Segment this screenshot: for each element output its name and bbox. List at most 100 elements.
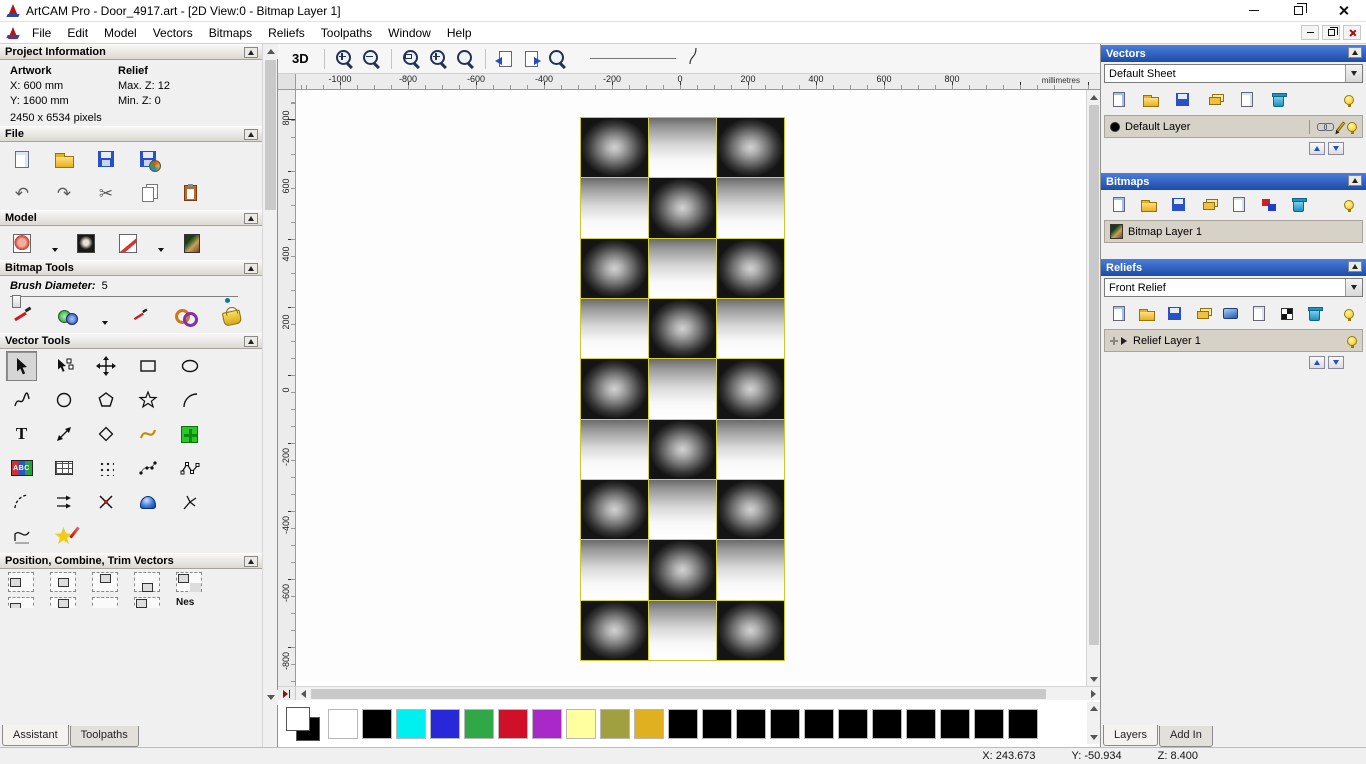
drawing-surface[interactable] — [296, 90, 1086, 686]
merge-vector-layers-button[interactable] — [1205, 90, 1224, 109]
palette-swatch[interactable] — [906, 708, 936, 739]
mirror-button[interactable] — [92, 597, 118, 608]
slider-track[interactable] — [10, 296, 239, 297]
block-copy-button[interactable] — [174, 419, 205, 449]
paint-flyout-arrow-icon[interactable] — [102, 321, 108, 325]
foreground-background-colour-indicator[interactable] — [286, 706, 322, 741]
pan-button[interactable] — [278, 687, 296, 700]
section-profile-button[interactable] — [6, 521, 37, 551]
previous-view-button[interactable] — [494, 49, 515, 69]
create-polygon-button[interactable] — [90, 385, 121, 415]
scroll-down-button[interactable] — [263, 690, 279, 705]
vector-texture-button[interactable] — [48, 521, 80, 551]
foreground-colour[interactable] — [286, 706, 310, 731]
copy-bitmap-layer-button[interactable] — [1229, 195, 1248, 214]
horizontal-scrollbar[interactable] — [296, 687, 1100, 700]
switch-to-3d-button[interactable]: 3D — [286, 49, 315, 68]
nesting-button[interactable]: Nes — [176, 597, 194, 608]
palette-swatch[interactable] — [464, 708, 494, 739]
open-vector-layer-button[interactable] — [1141, 90, 1160, 109]
wrap-text-button[interactable] — [132, 419, 163, 449]
new-bitmap-layer-button[interactable] — [1109, 195, 1128, 214]
menu-toolpaths[interactable]: Toolpaths — [313, 24, 380, 42]
palette-swatch[interactable] — [872, 708, 902, 739]
adjust-model-button[interactable] — [8, 230, 36, 256]
align-center-button[interactable] — [50, 572, 76, 592]
merge-relief-layers-button[interactable] — [1193, 304, 1212, 323]
text-in-box-button[interactable]: ABC — [6, 453, 37, 483]
transfer-bitmap-button[interactable] — [1259, 195, 1278, 214]
close-button[interactable] — [1321, 0, 1366, 21]
move-relief-layer-up-button[interactable] — [1309, 356, 1325, 369]
delete-relief-layer-button[interactable] — [1305, 304, 1324, 323]
fit-curve-button[interactable] — [132, 453, 163, 483]
vector-doctor-button[interactable] — [174, 487, 205, 517]
block-paste-button[interactable] — [90, 453, 121, 483]
center-in-page-button[interactable] — [50, 597, 76, 608]
zoom-objects-button[interactable] — [428, 48, 449, 69]
toggle-all-reliefs-visibility-button[interactable] — [1339, 304, 1358, 323]
canvas-hscroll-thumb[interactable] — [311, 689, 1046, 699]
position-section-collapse-button[interactable] — [244, 556, 259, 567]
open-model-button[interactable] — [50, 146, 78, 172]
menu-model[interactable]: Model — [96, 24, 145, 42]
scroll-up-button[interactable] — [263, 44, 279, 59]
create-text-button[interactable]: T — [6, 419, 37, 449]
colour-link-button[interactable] — [172, 303, 200, 329]
sheet-select[interactable]: Default Sheet — [1104, 64, 1363, 83]
palette-swatch[interactable] — [702, 708, 732, 739]
scroll-thumb[interactable] — [265, 60, 277, 210]
palette-swatch[interactable] — [634, 708, 664, 739]
canvas-scroll-down-button[interactable] — [1087, 672, 1101, 686]
palette-swatch[interactable] — [770, 708, 800, 739]
align-left-button[interactable] — [8, 572, 34, 592]
align-bottom-button[interactable] — [134, 572, 160, 592]
save-relief-layer-button[interactable] — [1165, 304, 1184, 323]
palette-swatch[interactable] — [600, 708, 630, 739]
export-model-button[interactable] — [134, 146, 162, 172]
vector-layer-visibility-icon[interactable] — [1347, 121, 1357, 134]
greyscale-model-button[interactable] — [178, 230, 206, 256]
layer-colour-swatch[interactable] — [1110, 121, 1120, 132]
toggle-all-bitmaps-visibility-button[interactable] — [1339, 195, 1358, 214]
palette-swatch[interactable] — [1008, 708, 1038, 739]
palette-scroll-down-button[interactable] — [1087, 731, 1100, 744]
zoom-previous-button[interactable] — [547, 48, 568, 69]
model-section-collapse-button[interactable] — [244, 213, 259, 224]
canvas-vscroll-thumb[interactable] — [1089, 105, 1099, 645]
new-model-button[interactable] — [8, 146, 36, 172]
cut-button[interactable]: ✂ — [92, 180, 120, 206]
model-flyout-arrow-icon[interactable] — [52, 248, 58, 252]
canvas-scroll-up-button[interactable] — [1087, 90, 1101, 104]
menu-vectors[interactable]: Vectors — [145, 24, 201, 42]
move-vector-layer-up-button[interactable] — [1309, 142, 1325, 155]
paint-selective-button[interactable] — [54, 303, 82, 329]
palette-swatch[interactable] — [532, 708, 562, 739]
delete-bitmap-layer-button[interactable] — [1289, 195, 1308, 214]
save-model-button[interactable] — [92, 146, 120, 172]
palette-scroll-up-button[interactable] — [1087, 702, 1100, 715]
relief-layer-visibility-icon[interactable] — [1347, 335, 1357, 348]
zoom-out-button[interactable] — [361, 48, 382, 69]
minimize-button[interactable] — [1231, 0, 1276, 21]
relief-select[interactable]: Front Relief — [1104, 278, 1363, 297]
menu-window[interactable]: Window — [380, 24, 439, 42]
save-bitmap-layer-button[interactable] — [1169, 195, 1188, 214]
palette-swatch[interactable] — [430, 708, 460, 739]
canvas-scroll-left-button[interactable] — [296, 687, 310, 701]
smooth-model-button[interactable] — [114, 230, 142, 256]
merge-bitmap-layers-button[interactable] — [1199, 195, 1218, 214]
interactive-sculpting-button[interactable] — [132, 487, 163, 517]
undo-button[interactable]: ↶ — [8, 180, 36, 206]
child-minimize-button[interactable] — [1301, 25, 1319, 40]
vertical-scrollbar[interactable] — [1086, 90, 1101, 686]
create-arc-button[interactable] — [174, 385, 205, 415]
offset-vectors-button[interactable] — [90, 419, 121, 449]
brush-diameter-slider[interactable] — [0, 292, 262, 308]
open-relief-layer-button[interactable] — [1137, 304, 1156, 323]
combine-mode-icon[interactable] — [1110, 335, 1128, 347]
tab-assistant[interactable]: Assistant — [2, 725, 69, 746]
vectors-collapse-button[interactable] — [1348, 47, 1362, 58]
menu-file[interactable]: File — [24, 24, 59, 42]
palette-swatch[interactable] — [736, 708, 766, 739]
